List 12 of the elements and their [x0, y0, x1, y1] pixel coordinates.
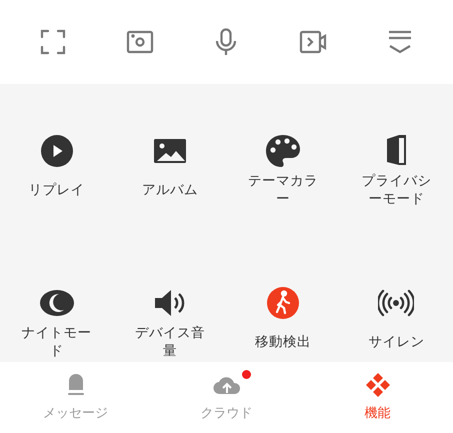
feature-button[interactable]: サイレン [340, 236, 453, 362]
feature-button[interactable]: リプレイ [0, 84, 114, 236]
feature-button[interactable]: アルバム [113, 84, 226, 236]
diamond-grid-icon [364, 372, 392, 398]
video-camera-icon [299, 28, 328, 56]
feature-button[interactable]: ナイトモード [0, 236, 114, 362]
feature-button[interactable]: テーマカラー [226, 84, 340, 236]
tab[interactable]: 機能 [302, 362, 453, 433]
feature-button[interactable]: デバイス音量 [113, 236, 226, 362]
camera-icon [126, 28, 154, 56]
fullscreen-icon [39, 28, 68, 56]
feature-button[interactable]: プライバシーモード [340, 84, 453, 236]
